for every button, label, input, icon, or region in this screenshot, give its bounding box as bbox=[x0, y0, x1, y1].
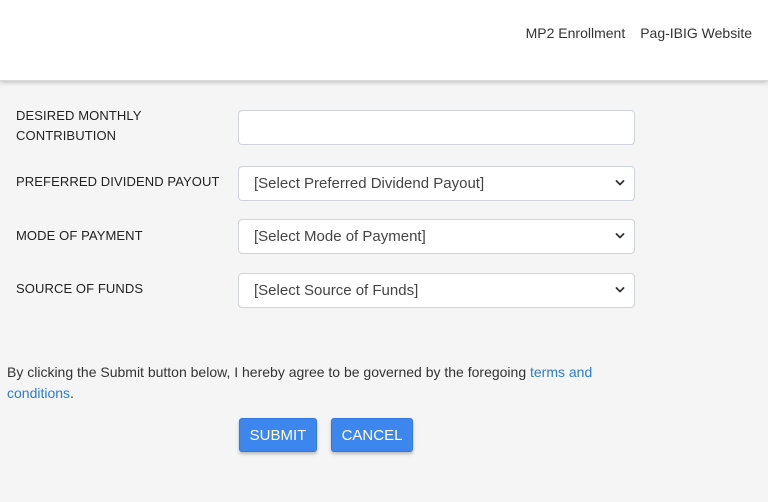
label-line-2: CONTRIBUTION bbox=[16, 128, 117, 143]
agreement-period: . bbox=[70, 385, 74, 401]
submit-button[interactable]: SUBMIT bbox=[239, 418, 317, 452]
label-line-1: DESIRED MONTHLY bbox=[16, 108, 142, 123]
select-value: [Select Mode of Payment] bbox=[254, 228, 426, 245]
label-mode-of-payment: MODE OF PAYMENT bbox=[16, 228, 143, 243]
preferred-dividend-payout-select[interactable]: [Select Preferred Dividend Payout] bbox=[238, 166, 635, 201]
chevron-down-icon bbox=[615, 287, 625, 293]
label-preferred-dividend-payout: PREFERRED DIVIDEND PAYOUT bbox=[16, 174, 220, 189]
agreement-sentence: By clicking the Submit button below, I h… bbox=[7, 364, 530, 380]
top-navbar: MP2 Enrollment Pag-IBIG Website bbox=[0, 0, 768, 81]
select-value: [Select Preferred Dividend Payout] bbox=[254, 175, 485, 192]
select-value: [Select Source of Funds] bbox=[254, 282, 419, 299]
nav-link-pagibig-website[interactable]: Pag-IBIG Website bbox=[640, 25, 752, 41]
chevron-down-icon bbox=[615, 180, 625, 186]
top-nav-links: MP2 Enrollment Pag-IBIG Website bbox=[526, 25, 752, 41]
label-desired-monthly-contribution: DESIRED MONTHLY CONTRIBUTION bbox=[16, 106, 142, 146]
nav-link-mp2-enrollment[interactable]: MP2 Enrollment bbox=[526, 25, 626, 41]
label-source-of-funds: SOURCE OF FUNDS bbox=[16, 281, 144, 296]
desired-monthly-contribution-input[interactable] bbox=[238, 110, 635, 145]
agreement-text: By clicking the Submit button below, I h… bbox=[7, 362, 607, 404]
cancel-button[interactable]: CANCEL bbox=[331, 418, 413, 452]
chevron-down-icon bbox=[615, 233, 625, 239]
source-of-funds-select[interactable]: [Select Source of Funds] bbox=[238, 273, 635, 308]
mode-of-payment-select[interactable]: [Select Mode of Payment] bbox=[238, 219, 635, 254]
